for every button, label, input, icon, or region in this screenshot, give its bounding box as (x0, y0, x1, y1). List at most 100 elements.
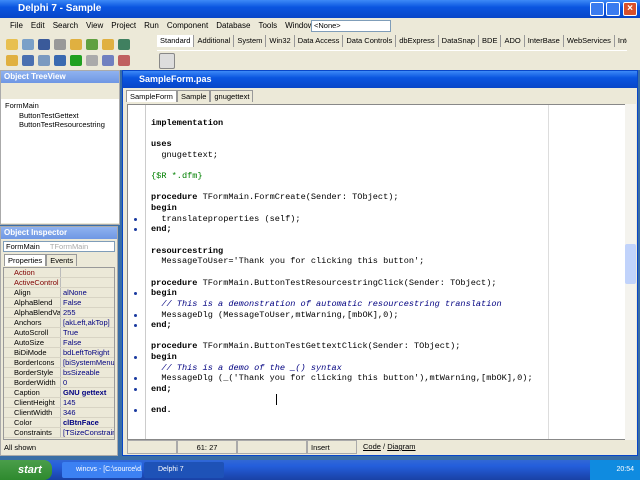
new-icon[interactable] (6, 39, 18, 50)
palette-tab-10[interactable]: InterBase (525, 35, 564, 47)
property-row[interactable]: Constraints [TSizeConstrain (4, 428, 114, 438)
property-value[interactable] (61, 268, 114, 277)
property-value[interactable]: alNone (61, 288, 114, 297)
property-value[interactable]: 0 (61, 378, 114, 387)
menu-database[interactable]: Database (216, 21, 250, 30)
breakpoint-dot-icon[interactable] (134, 356, 137, 360)
property-row[interactable]: Align alNone (4, 288, 114, 298)
property-row[interactable]: AutoScroll True (4, 328, 114, 338)
property-value[interactable]: clBtnFace (61, 418, 114, 427)
palette-tab-6[interactable]: dbExpress (396, 35, 439, 47)
palette-tab-5[interactable]: Data Controls (343, 35, 397, 47)
breakpoint-dot-icon[interactable] (134, 217, 137, 221)
property-value[interactable]: [akLeft,akTop] (61, 318, 114, 327)
save-all-icon[interactable] (54, 39, 66, 50)
code-tab[interactable]: Code (363, 442, 381, 451)
config-combo[interactable]: <None> (311, 20, 391, 32)
property-value[interactable] (61, 278, 114, 287)
property-value[interactable]: GNU gettext (61, 388, 114, 397)
breakpoint-dot-icon[interactable] (134, 388, 137, 392)
breakpoint-dot-icon[interactable] (134, 409, 137, 413)
property-row[interactable]: AlphaBlendValue255 (4, 308, 114, 318)
property-value[interactable]: [biSystemMenu, (61, 358, 114, 367)
tree-item[interactable]: FormMain (5, 101, 115, 111)
menu-edit[interactable]: Edit (31, 21, 45, 30)
view-form-icon[interactable] (22, 55, 34, 66)
breakpoint-dot-icon[interactable] (134, 228, 137, 232)
menu-file[interactable]: File (10, 21, 23, 30)
palette-tab-0[interactable]: Standard (157, 35, 195, 47)
object-selector[interactable]: FormMain TFormMain (3, 241, 115, 252)
menu-view[interactable]: View (86, 21, 103, 30)
tree-item[interactable]: ButtonTestResourcestring (5, 120, 115, 130)
help-icon[interactable] (118, 39, 130, 50)
breakpoint-dot-icon[interactable] (134, 292, 137, 296)
step-over-icon[interactable] (118, 55, 130, 66)
pause-icon[interactable] (86, 55, 98, 66)
trace-into-icon[interactable] (102, 55, 114, 66)
property-row[interactable]: BiDiMode bdLeftToRight (4, 348, 114, 358)
maximize-button[interactable] (606, 2, 620, 16)
property-value[interactable]: True (61, 328, 114, 337)
vertical-scrollbar[interactable] (625, 104, 636, 440)
palette-tab-12[interactable]: Internet (615, 35, 627, 47)
property-value[interactable]: bdLeftToRight (61, 348, 114, 357)
palette-tab-2[interactable]: System (234, 35, 267, 47)
property-row[interactable]: BorderWidth 0 (4, 378, 114, 388)
new-form-icon[interactable] (54, 55, 66, 66)
property-row[interactable]: AutoSize False (4, 338, 114, 348)
property-value[interactable]: 346 (61, 408, 114, 417)
property-row[interactable]: Anchors [akLeft,akTop] (4, 318, 114, 328)
palette-tab-7[interactable]: DataSnap (439, 35, 480, 47)
add-file-icon[interactable] (86, 39, 98, 50)
menu-component[interactable]: Component (167, 21, 208, 30)
property-row[interactable]: BorderIcons [biSystemMenu, (4, 358, 114, 368)
run-icon[interactable] (70, 55, 82, 66)
property-row[interactable]: BorderStyle bsSizeable (4, 368, 114, 378)
code-editor[interactable]: implementation uses gnugettext; {$R *.dfm}… (127, 104, 627, 440)
property-row[interactable]: Caption GNU gettext (4, 388, 114, 398)
minimize-button[interactable] (590, 2, 604, 16)
property-row[interactable]: Action (4, 268, 114, 278)
toggle-icon[interactable] (38, 55, 50, 66)
palette-tab-8[interactable]: BDE (479, 35, 502, 47)
editor-tab[interactable]: gnugettext (210, 90, 254, 102)
property-row[interactable]: ActiveControl (4, 278, 114, 288)
palette-tab-9[interactable]: ADO (501, 35, 525, 47)
tree-item[interactable]: ButtonTestGettext (5, 111, 115, 121)
palette-tab-1[interactable]: Additional (194, 35, 235, 47)
close-button[interactable]: × (623, 2, 637, 16)
remove-file-icon[interactable] (102, 39, 114, 50)
breakpoint-dot-icon[interactable] (134, 313, 137, 317)
task-delphi[interactable]: Delphi 7 (144, 462, 224, 478)
task-wincvs[interactable]: wincvs - [C:\source\d... (62, 462, 142, 478)
menu-window[interactable]: Window (285, 21, 313, 30)
menu-search[interactable]: Search (53, 21, 78, 30)
open-project-icon[interactable] (70, 39, 82, 50)
property-value[interactable]: 255 (61, 308, 114, 317)
property-value[interactable]: False (61, 338, 114, 347)
pointer-icon[interactable] (159, 53, 175, 69)
breakpoint-dot-icon[interactable] (134, 324, 137, 328)
palette-tab-11[interactable]: WebServices (564, 35, 615, 47)
view-unit-icon[interactable] (6, 55, 18, 66)
property-row[interactable]: ClientHeight 145 (4, 398, 114, 408)
menu-project[interactable]: Project (111, 21, 136, 30)
property-value[interactable]: [TSizeConstrain (61, 428, 114, 437)
property-row[interactable]: Color clBtnFace (4, 418, 114, 428)
property-value[interactable]: 145 (61, 398, 114, 407)
property-value[interactable]: bsSizeable (61, 368, 114, 377)
property-value[interactable]: False (61, 298, 114, 307)
tab-properties[interactable]: Properties (4, 254, 47, 266)
palette-tab-4[interactable]: Data Access (295, 35, 344, 47)
tab-events[interactable]: Events (46, 254, 78, 266)
editor-tab[interactable]: SampleForm (126, 90, 177, 102)
breakpoint-dot-icon[interactable] (134, 377, 137, 381)
start-button[interactable]: start (0, 460, 52, 480)
save-icon[interactable] (38, 39, 50, 50)
editor-tab[interactable]: Sample (176, 90, 211, 102)
property-row[interactable]: ClientWidth 346 (4, 408, 114, 418)
menu-tools[interactable]: Tools (258, 21, 277, 30)
diagram-tab[interactable]: Diagram (387, 442, 415, 451)
menu-run[interactable]: Run (144, 21, 159, 30)
